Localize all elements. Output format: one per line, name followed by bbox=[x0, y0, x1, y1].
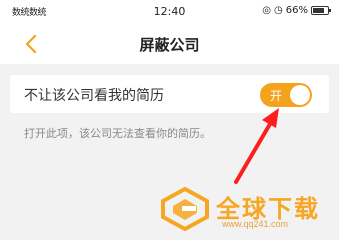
watermark: 全球下载 www.qq241.com bbox=[160, 175, 339, 240]
setting-row-block-company: 不让该公司看我的简历 开 bbox=[10, 75, 329, 113]
battery-percent: 66% bbox=[285, 5, 308, 16]
status-bar: 数统数统 12:40 ◎ ◷ 66% bbox=[0, 0, 339, 24]
setting-label: 不让该公司看我的简历 bbox=[24, 88, 164, 104]
watermark-url: www.qq241.com bbox=[222, 219, 289, 229]
nav-bar: 屏蔽公司 bbox=[0, 24, 339, 64]
toggle-knob bbox=[290, 85, 310, 105]
block-toggle[interactable]: 开 bbox=[260, 83, 312, 107]
page-title: 屏蔽公司 bbox=[139, 36, 200, 54]
watermark-logo-icon bbox=[161, 187, 209, 231]
battery-icon bbox=[311, 6, 331, 15]
alarm-icon: ◎ bbox=[262, 5, 272, 16]
clock-icon: ◷ bbox=[274, 5, 283, 16]
toggle-text: 开 bbox=[270, 89, 283, 103]
setting-hint: 打开此项，该公司无法查看你的简历。 bbox=[24, 127, 211, 140]
status-icons: ◎ ◷ 66% bbox=[262, 5, 331, 16]
